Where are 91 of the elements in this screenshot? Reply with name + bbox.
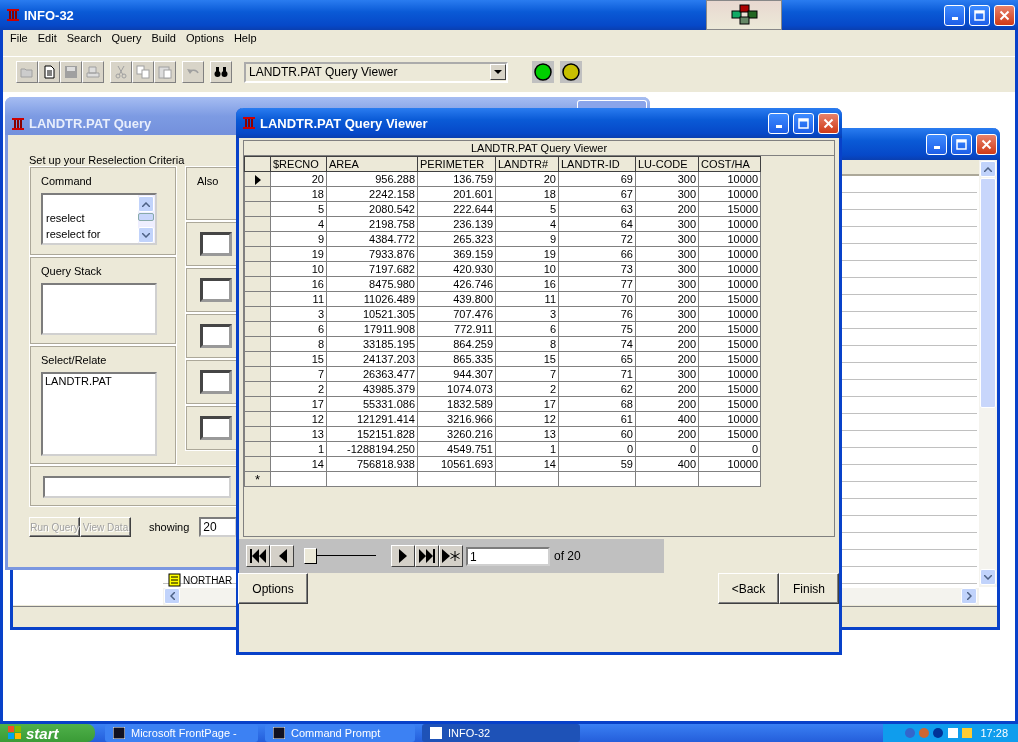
record-number-field[interactable]: 1 xyxy=(466,546,550,566)
taskbar-button[interactable]: INFO-32 xyxy=(422,724,580,742)
group-label: Select/Relate xyxy=(41,354,108,366)
minimize-icon xyxy=(951,17,958,20)
menu-item[interactable]: Help xyxy=(228,32,262,44)
menu-item[interactable]: Build xyxy=(146,32,181,44)
column-header[interactable]: LANDTR# xyxy=(495,156,559,172)
close-button[interactable] xyxy=(976,133,997,155)
scroll-right-button[interactable] xyxy=(961,588,977,604)
new-record-button[interactable] xyxy=(439,545,463,567)
section-heading: Set up your Reselection Criteria xyxy=(29,154,185,166)
list-option[interactable]: LANDTR.PAT xyxy=(45,375,153,387)
previous-record-button[interactable] xyxy=(270,545,294,567)
minimize-icon xyxy=(775,125,782,128)
previous-icon xyxy=(277,549,287,563)
column-header[interactable]: PERIMETER xyxy=(417,156,496,172)
list-option[interactable]: reselect xyxy=(46,210,136,226)
column-header[interactable]: AREA xyxy=(326,156,418,172)
taskbar-button[interactable]: Microsoft FrontPage - xyxy=(105,724,258,742)
back-button[interactable]: <Back xyxy=(718,573,779,604)
scroll-down-button[interactable] xyxy=(980,569,996,585)
menu-item[interactable]: Search xyxy=(61,32,107,44)
scroll-up-button[interactable] xyxy=(980,161,996,177)
group-label: Command xyxy=(41,175,93,187)
clipboard-icon xyxy=(157,64,173,80)
column-header[interactable]: LU-CODE xyxy=(635,156,699,172)
maximize-icon xyxy=(798,117,809,129)
tray-icons-drawing xyxy=(904,727,975,739)
record-count: of 20 xyxy=(554,549,581,563)
close-icon xyxy=(823,117,834,129)
maximize-button[interactable] xyxy=(951,133,972,155)
columns-icon xyxy=(6,8,20,22)
minimize-icon xyxy=(933,146,940,149)
group-label: Also xyxy=(197,175,219,187)
menu-item[interactable]: Options xyxy=(181,32,229,44)
menu-item[interactable]: File xyxy=(5,32,33,44)
columns-icon xyxy=(11,116,25,131)
scroll-down-button[interactable] xyxy=(138,227,154,243)
menu-item[interactable]: Query xyxy=(106,32,147,44)
scissors-icon xyxy=(113,64,129,80)
window-dropdown[interactable]: LANDTR.PAT Query Viewer xyxy=(244,61,508,83)
toolbar-button[interactable] xyxy=(210,61,232,83)
scroll-left-button[interactable] xyxy=(164,588,180,604)
next-icon xyxy=(398,549,408,563)
program-icon xyxy=(113,727,125,739)
scroll-up-button[interactable] xyxy=(138,196,154,212)
scrollbar-thumb[interactable] xyxy=(138,213,154,221)
maximize-button[interactable] xyxy=(969,4,990,26)
caret-icon xyxy=(494,69,502,75)
menu-item[interactable]: Edit xyxy=(32,32,62,44)
program-icon xyxy=(430,727,442,739)
clock: 17:28 xyxy=(980,727,1008,739)
maximize-icon xyxy=(974,9,985,21)
printer-icon xyxy=(85,64,101,80)
column-header[interactable]: $RECNO xyxy=(270,156,327,172)
list-item[interactable]: NORTHAR xyxy=(168,573,233,587)
showing-label: showing xyxy=(149,521,190,533)
first-icon xyxy=(250,549,266,563)
columns-icon xyxy=(242,116,256,130)
binoculars-icon xyxy=(213,64,229,80)
list-option[interactable]: reselect for xyxy=(46,226,136,242)
minimize-button[interactable] xyxy=(768,112,789,134)
file-icon xyxy=(168,573,181,587)
maximize-button[interactable] xyxy=(793,112,814,134)
copy-icon xyxy=(135,64,151,80)
column-header[interactable]: LANDTR-ID xyxy=(558,156,636,172)
window-title: INFO-32 xyxy=(24,7,74,23)
next-record-button[interactable] xyxy=(391,545,415,567)
group-label: Query Stack xyxy=(41,265,103,277)
minimize-button[interactable] xyxy=(926,133,947,155)
taskbar-button[interactable]: Command Prompt xyxy=(265,724,415,742)
close-button[interactable] xyxy=(818,112,839,134)
last-record-button[interactable] xyxy=(415,545,439,567)
finish-button[interactable]: Finish xyxy=(779,573,839,604)
close-button[interactable] xyxy=(994,4,1015,26)
close-icon xyxy=(999,9,1010,21)
document-icon xyxy=(41,64,57,80)
window-title: LANDTR.PAT Query xyxy=(29,116,152,131)
minimize-button[interactable] xyxy=(944,4,965,26)
current-row-icon xyxy=(254,174,261,185)
last-icon xyxy=(419,549,435,563)
column-header[interactable]: COST/HA xyxy=(698,156,761,172)
windows-flag-icon xyxy=(8,726,22,740)
new-record-icon xyxy=(442,549,460,563)
window-title: LANDTR.PAT Query Viewer xyxy=(260,115,428,131)
first-record-button[interactable] xyxy=(246,545,270,567)
record-slider[interactable] xyxy=(304,547,376,565)
options-button[interactable]: Options xyxy=(238,573,308,604)
program-icon xyxy=(273,727,285,739)
close-icon xyxy=(981,138,992,150)
maximize-icon xyxy=(956,138,967,150)
